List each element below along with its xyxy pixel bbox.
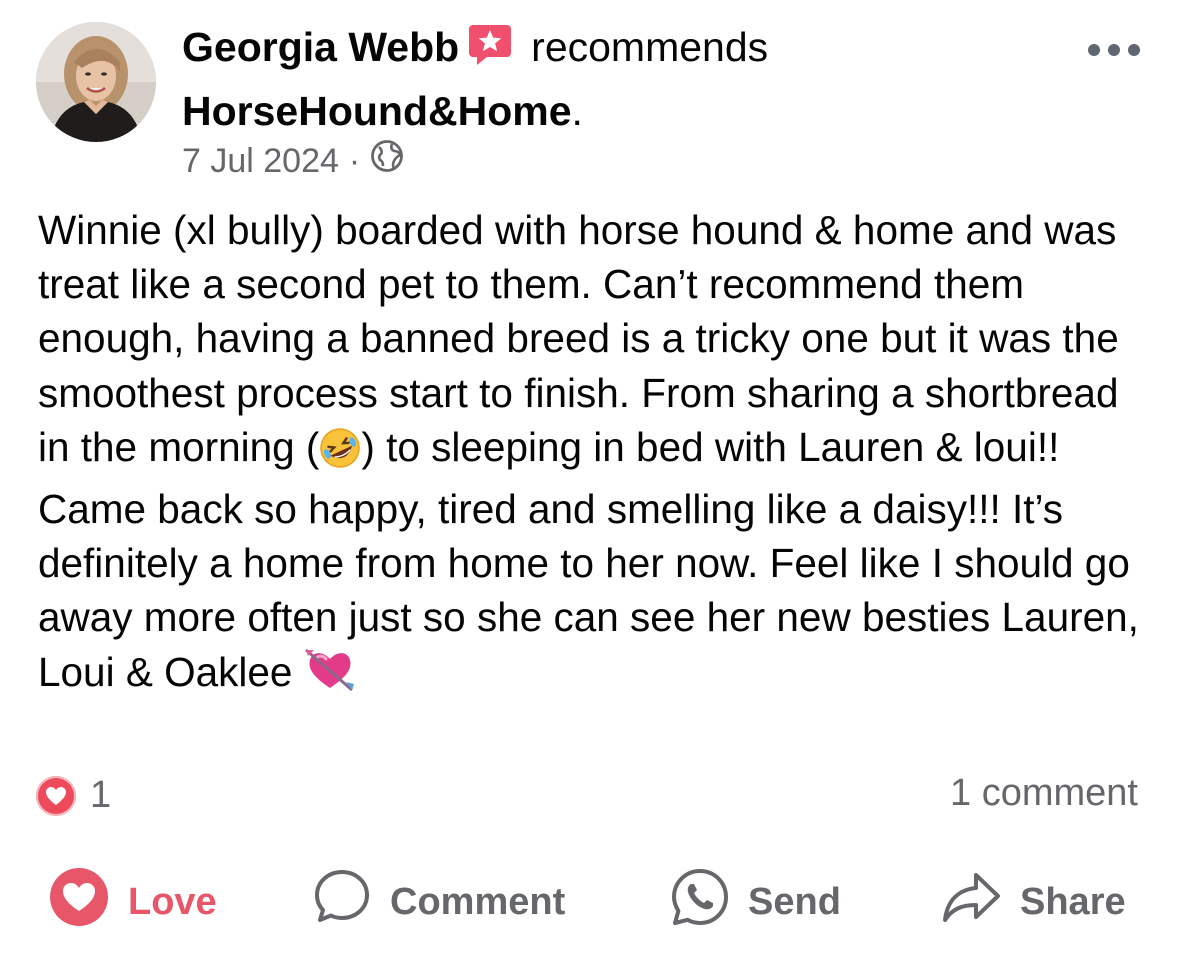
more-dot-icon xyxy=(1128,44,1140,56)
author-name[interactable]: Georgia Webb xyxy=(182,24,459,70)
post-header: Georgia Webb recommends HorseHound&Home. xyxy=(182,18,1062,140)
reaction-count: 1 xyxy=(90,774,112,816)
love-icon xyxy=(48,866,128,938)
post-body: Winnie (xl bully) boarded with horse hou… xyxy=(38,203,1158,707)
share-icon xyxy=(940,867,1020,937)
recommended-page-link[interactable]: HorseHound&Home xyxy=(182,88,572,134)
more-options-button[interactable] xyxy=(1088,38,1140,62)
author-avatar[interactable] xyxy=(36,22,156,142)
recommendation-icon xyxy=(467,21,513,82)
recommends-text: recommends xyxy=(531,24,769,70)
share-button[interactable]: Share xyxy=(940,866,1126,938)
love-button-label: Love xyxy=(128,880,217,923)
post-action-bar: Love Comment Send Share xyxy=(0,866,1179,938)
heart-with-arrow-emoji xyxy=(304,646,356,707)
love-button[interactable]: Love xyxy=(48,866,217,938)
send-button-label: Send xyxy=(748,880,841,923)
send-button[interactable]: Send xyxy=(670,866,841,938)
globe-icon xyxy=(370,139,404,183)
rolling-on-floor-laughing-emoji xyxy=(319,427,361,482)
post-meta: 7 Jul 2024 · xyxy=(182,139,404,183)
whatsapp-icon xyxy=(670,867,748,937)
comment-count-link[interactable]: 1 comment xyxy=(950,772,1138,815)
post-date[interactable]: 7 Jul 2024 xyxy=(182,140,339,182)
comment-icon xyxy=(312,867,390,937)
meta-separator: · xyxy=(348,142,361,180)
more-dot-icon xyxy=(1088,44,1100,56)
comment-button[interactable]: Comment xyxy=(312,866,565,938)
more-dot-icon xyxy=(1108,44,1120,56)
reactions-summary[interactable]: 1 xyxy=(36,774,111,817)
comment-button-label: Comment xyxy=(390,880,566,923)
page-name-suffix: . xyxy=(571,88,583,134)
love-reaction-icon xyxy=(36,775,76,816)
share-button-label: Share xyxy=(1020,880,1126,923)
